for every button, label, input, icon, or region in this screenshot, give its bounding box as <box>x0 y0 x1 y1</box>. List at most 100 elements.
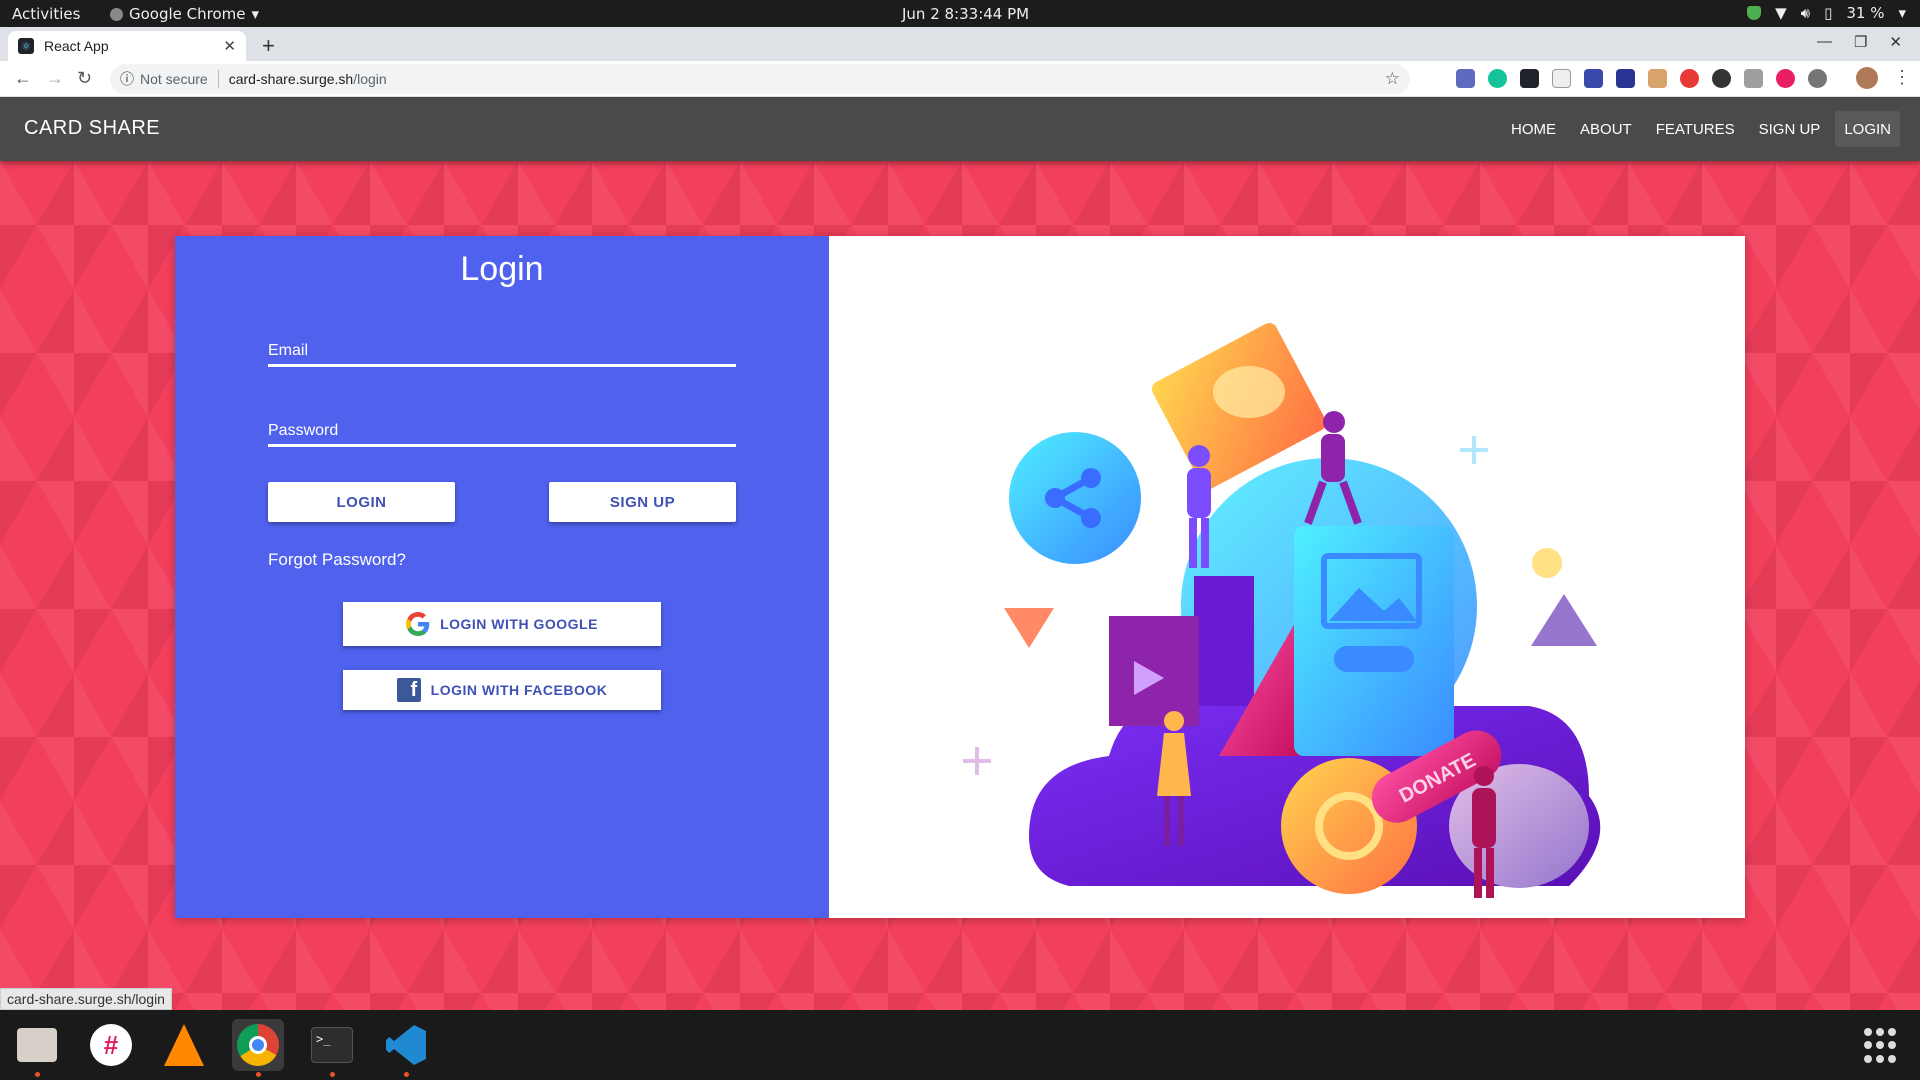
caret-down-icon: ▾ <box>251 5 260 23</box>
login-form-panel: Login Email Password LOGIN SIGN UP Forgo… <box>175 236 829 918</box>
system-top-bar: Activities Google Chrome ▾ Jun 2 8:33:44… <box>0 0 1920 27</box>
extension-gray-icon[interactable] <box>1808 69 1827 88</box>
extension-adblock-icon[interactable] <box>1680 69 1699 88</box>
close-window-icon[interactable]: ✕ <box>1889 33 1902 51</box>
link-status-bar: card-share.surge.sh/login <box>0 988 172 1010</box>
browser-tab[interactable]: ⚛ React App ✕ <box>8 31 246 61</box>
extension-calendar-icon[interactable] <box>1456 69 1475 88</box>
caret-down-icon: ▾ <box>1898 4 1906 22</box>
brand-logo[interactable]: CARD SHARE <box>24 117 160 140</box>
profile-avatar[interactable] <box>1856 67 1878 89</box>
dock-vlc[interactable] <box>158 1019 210 1071</box>
window-controls: — ❐ ✕ <box>1817 33 1902 51</box>
extensions-area <box>1456 69 1827 88</box>
wifi-icon: ▼ <box>1775 4 1787 22</box>
share-bubble <box>1009 432 1141 564</box>
dock-vscode[interactable] <box>380 1019 432 1077</box>
nav-sign-up[interactable]: SIGN UP <box>1750 111 1830 147</box>
extension-ublock-icon[interactable] <box>1616 69 1635 88</box>
forward-icon[interactable]: → <box>46 68 64 89</box>
facebook-login-label: LOGIN WITH FACEBOOK <box>430 682 608 698</box>
tab-strip: ⚛ React App ✕ <box>0 27 1920 61</box>
vscode-icon <box>386 1025 426 1065</box>
extension-camera-icon[interactable] <box>1744 69 1763 88</box>
new-tab-button[interactable]: + <box>262 33 275 59</box>
purple-triangle-icon <box>1531 594 1597 646</box>
reload-icon[interactable]: ↻ <box>77 68 92 89</box>
sign-up-button[interactable]: SIGN UP <box>549 482 736 522</box>
activities-button[interactable]: Activities <box>12 5 80 23</box>
slack-icon: # <box>90 1024 132 1066</box>
nav-about[interactable]: ABOUT <box>1571 111 1641 147</box>
login-title: Login <box>460 250 544 288</box>
running-indicator <box>256 1072 261 1077</box>
minimize-icon[interactable]: — <box>1817 33 1832 51</box>
photo-card <box>1294 526 1454 756</box>
password-label: Password <box>268 422 339 439</box>
yellow-dot <box>1532 548 1562 578</box>
google-login-label: LOGIN WITH GOOGLE <box>440 616 598 632</box>
running-indicator <box>35 1072 40 1077</box>
restore-icon[interactable]: ❐ <box>1854 33 1867 51</box>
dock: # >_ <box>0 1010 1920 1080</box>
url-path: /login <box>353 71 387 87</box>
hero-illustration: DONATE <box>829 236 1745 918</box>
forgot-password-link[interactable]: Forgot Password? <box>268 550 406 570</box>
login-button[interactable]: LOGIN <box>268 482 455 522</box>
email-field[interactable]: Email <box>268 329 736 367</box>
card-sharing-illustration: DONATE <box>963 322 1601 898</box>
extension-dark-icon[interactable] <box>1712 69 1731 88</box>
dock-slack[interactable]: # <box>85 1019 137 1071</box>
security-status: Not secure <box>140 71 208 87</box>
show-applications-icon[interactable] <box>1864 1028 1900 1064</box>
orange-triangle-icon <box>1004 608 1054 648</box>
address-bar[interactable]: ⓘ Not secure card-share.surge.sh /login … <box>110 64 1410 94</box>
chrome-menu-icon[interactable]: ⋮ <box>1893 67 1911 88</box>
chrome-app-icon <box>110 7 123 21</box>
login-card: Login Email Password LOGIN SIGN UP Forgo… <box>175 236 1745 918</box>
main-nav: HOME ABOUT FEATURES SIGN UP LOGIN <box>1502 111 1900 147</box>
extension-json-icon[interactable] <box>1552 69 1571 88</box>
email-label: Email <box>268 342 309 359</box>
back-icon[interactable]: ← <box>14 68 32 89</box>
page-viewport: CARD SHARE HOME ABOUT FEATURES SIGN UP L… <box>0 97 1920 1010</box>
extension-pink-icon[interactable] <box>1776 69 1795 88</box>
tab-title: React App <box>44 38 109 54</box>
dock-files[interactable] <box>11 1019 63 1077</box>
extension-toolbox-icon[interactable] <box>1648 69 1667 88</box>
extension-react-icon[interactable] <box>1520 69 1539 88</box>
url-host: card-share.surge.sh <box>228 71 354 87</box>
nav-features[interactable]: FEATURES <box>1647 111 1744 147</box>
dock-chrome[interactable] <box>232 1019 284 1077</box>
extension-picker-icon[interactable] <box>1584 69 1603 88</box>
clock[interactable]: Jun 2 8:33:44 PM <box>902 5 1029 23</box>
facebook-icon: f <box>396 678 421 702</box>
cloud-icon <box>1213 366 1285 418</box>
bookmark-star-icon[interactable]: ☆ <box>1385 69 1400 89</box>
react-favicon-icon: ⚛ <box>18 38 34 54</box>
sparkle-icon <box>963 747 991 775</box>
system-tray[interactable]: ▼ 🔊︎ ▯ 31 % ▾ <box>1747 4 1906 22</box>
chrome-icon <box>237 1024 279 1066</box>
running-indicator <box>330 1072 335 1077</box>
info-icon[interactable]: ⓘ <box>120 69 134 89</box>
app-bar: CARD SHARE HOME ABOUT FEATURES SIGN UP L… <box>0 97 1920 161</box>
facebook-login-button[interactable]: f LOGIN WITH FACEBOOK <box>343 670 661 710</box>
photo-card-button <box>1334 646 1414 672</box>
app-menu[interactable]: Google Chrome ▾ <box>110 5 259 23</box>
sparkle-icon <box>1460 436 1488 464</box>
browser-toolbar: ← → ↻ ⓘ Not secure card-share.surge.sh /… <box>0 61 1920 97</box>
nav-home[interactable]: HOME <box>1502 111 1565 147</box>
google-login-button[interactable]: LOGIN WITH GOOGLE <box>343 602 661 646</box>
files-icon <box>17 1028 57 1062</box>
nav-login[interactable]: LOGIN <box>1835 111 1900 147</box>
battery-level: 31 % <box>1846 4 1885 22</box>
app-menu-label: Google Chrome <box>129 5 246 23</box>
video-card <box>1109 616 1199 726</box>
dock-terminal[interactable]: >_ <box>306 1019 358 1077</box>
close-tab-icon[interactable]: ✕ <box>223 37 236 55</box>
extension-grammarly-icon[interactable] <box>1488 69 1507 88</box>
password-field[interactable]: Password <box>268 409 736 447</box>
terminal-icon: >_ <box>311 1027 353 1063</box>
separator <box>217 70 219 88</box>
